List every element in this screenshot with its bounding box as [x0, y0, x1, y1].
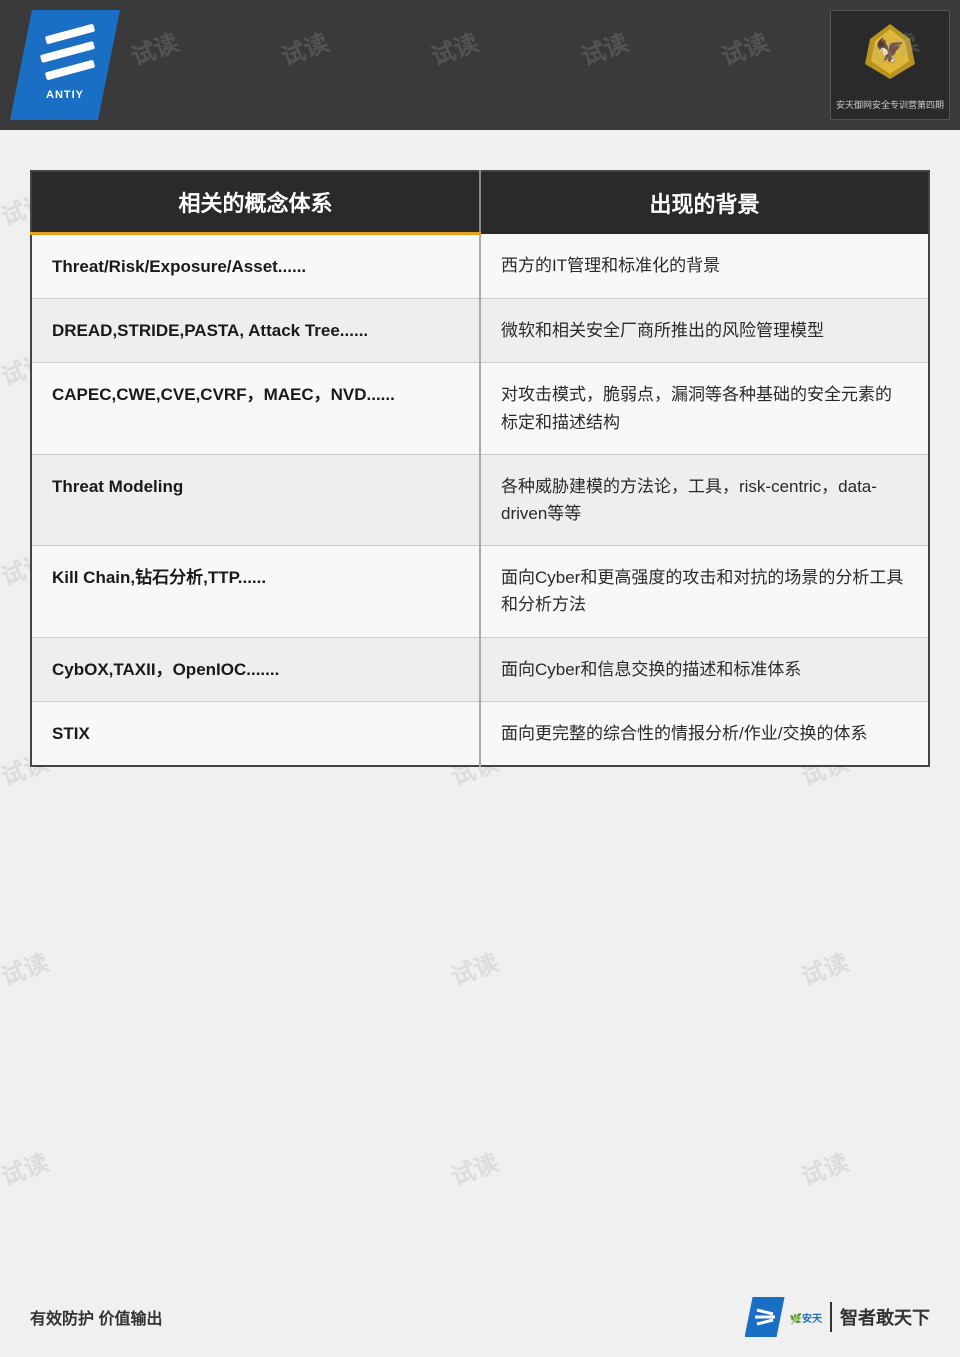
header-right-subtitle: 安天御网安全专训营第四期 — [836, 98, 944, 111]
watermark-26: 试读 — [795, 1143, 852, 1192]
header-right-logo: 🦅 安天御网安全专训营第四期 — [830, 10, 950, 120]
svg-text:🦅: 🦅 — [875, 36, 905, 65]
logo-line-3 — [45, 59, 95, 80]
header: ANTIY 🦅 安天御网安全专训营第四期 — [0, 0, 960, 130]
footer: 有效防护 价值输出 🌿安天 智者敢天下 — [0, 1297, 960, 1337]
watermark-25: 试读 — [795, 943, 852, 992]
footer-left-text: 有效防护 价值输出 — [30, 1305, 162, 1329]
watermark-16: 试读 — [0, 1143, 53, 1192]
table-row: STIX面向更完整的综合性的情报分析/作业/交换的体系 — [31, 701, 929, 766]
watermark-20: 试读 — [445, 943, 502, 992]
table-cell-concept-6: STIX — [31, 701, 480, 766]
main-table: 相关的概念体系 出现的背景 Threat/Risk/Exposure/Asset… — [30, 170, 930, 767]
table-cell-concept-2: CAPEC,CWE,CVE,CVRF，MAEC，NVD...... — [31, 363, 480, 454]
table-row: Threat/Risk/Exposure/Asset......西方的IT管理和… — [31, 234, 929, 299]
table-cell-background-4: 面向Cyber和更高强度的攻击和对抗的场景的分析工具和分析方法 — [480, 546, 929, 637]
watermark-21: 试读 — [445, 1143, 502, 1192]
table-cell-concept-3: Threat Modeling — [31, 454, 480, 545]
table-row: CybOX,TAXII，OpenIOC.......面向Cyber和信息交换的描… — [31, 637, 929, 701]
header-col2: 出现的背景 — [480, 171, 929, 234]
header-col1: 相关的概念体系 — [31, 171, 480, 234]
footer-logo: 🌿安天 — [745, 1297, 822, 1337]
table-row: Threat Modeling各种威胁建模的方法论，工具，risk-centri… — [31, 454, 929, 545]
logo-lines — [35, 30, 95, 85]
logo-text: ANTIY — [46, 89, 84, 101]
table-cell-background-3: 各种威胁建模的方法论，工具，risk-centric，data-driven等等 — [480, 454, 929, 545]
footer-tagline: 智者敢天下 — [840, 1304, 930, 1330]
footer-right: 🌿安天 智者敢天下 — [745, 1297, 930, 1337]
table-cell-concept-4: Kill Chain,钻石分析,TTP...... — [31, 546, 480, 637]
logo: ANTIY — [10, 10, 120, 120]
table-header-row: 相关的概念体系 出现的背景 — [31, 171, 929, 234]
table-cell-background-2: 对攻击模式，脆弱点，漏洞等各种基础的安全元素的标定和描述结构 — [480, 363, 929, 454]
header-right-icon: 🦅 — [855, 19, 925, 94]
table-cell-concept-1: DREAD,STRIDE,PASTA, Attack Tree...... — [31, 299, 480, 363]
main-content: 相关的概念体系 出现的背景 Threat/Risk/Exposure/Asset… — [0, 130, 960, 787]
table-cell-background-5: 面向Cyber和信息交换的描述和标准体系 — [480, 637, 929, 701]
table-cell-background-0: 西方的IT管理和标准化的背景 — [480, 234, 929, 299]
table-cell-background-6: 面向更完整的综合性的情报分析/作业/交换的体系 — [480, 701, 929, 766]
table-cell-concept-0: Threat/Risk/Exposure/Asset...... — [31, 234, 480, 299]
table-row: DREAD,STRIDE,PASTA, Attack Tree......微软和… — [31, 299, 929, 363]
watermark-15: 试读 — [0, 943, 53, 992]
table-cell-concept-5: CybOX,TAXII，OpenIOC....... — [31, 637, 480, 701]
table-row: CAPEC,CWE,CVE,CVRF，MAEC，NVD......对攻击模式，脆… — [31, 363, 929, 454]
footer-logo-icon — [745, 1297, 785, 1337]
footer-divider — [830, 1302, 832, 1332]
footer-antiy-label: 🌿安天 — [790, 1310, 822, 1325]
table-row: Kill Chain,钻石分析,TTP......面向Cyber和更高强度的攻击… — [31, 546, 929, 637]
table-cell-background-1: 微软和相关安全厂商所推出的风险管理模型 — [480, 299, 929, 363]
logo-line-1 — [45, 23, 95, 44]
